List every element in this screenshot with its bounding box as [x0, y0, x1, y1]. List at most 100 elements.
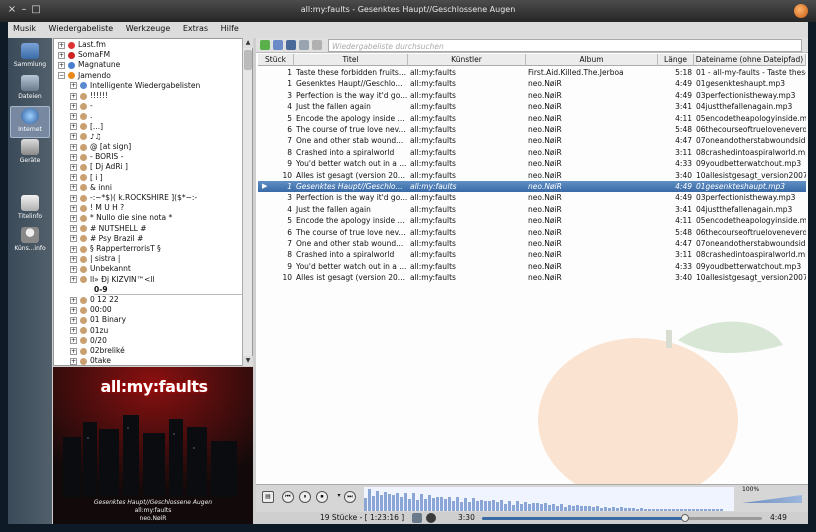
tree-item[interactable]: +01zu [70, 326, 252, 336]
playlist-row[interactable]: 8 Crashed into a spiralworld all:my:faults… [258, 147, 806, 158]
tree-item[interactable]: +0/20 [70, 336, 252, 346]
expand-icon[interactable]: + [58, 51, 65, 59]
col-header-titel[interactable]: Titel [294, 54, 408, 66]
playlist-row[interactable]: 10 Alles ist gesagt (version 20... all:my:… [258, 272, 806, 283]
tree-item[interactable]: + SomaFM [58, 50, 248, 60]
sidebar-item-titelinfo[interactable]: Titelinfo [10, 194, 50, 226]
col-header-stueck[interactable]: Stück [258, 54, 294, 66]
playlist-row[interactable]: 3 Perfection is the way it'd go... all:my:… [258, 192, 806, 203]
tree-item[interactable]: + # Psy Brazil # [70, 234, 252, 244]
tree-item[interactable]: +!!!!!! [70, 91, 252, 101]
tree-item[interactable]: + * Nullo die sine nota * [70, 213, 252, 223]
tree-item[interactable]: + [ i ] [70, 173, 252, 183]
tree-scrollbar[interactable]: ▲ ▼ [242, 38, 253, 366]
stop-icon[interactable]: ⏹ [316, 491, 328, 503]
expand-icon[interactable]: + [70, 204, 77, 212]
expand-icon[interactable]: + [70, 194, 77, 202]
playlist-row[interactable]: 7 One and other stab wound... all:my:fault… [258, 238, 806, 249]
playlist-row[interactable]: 3 Perfection is the way it'd go... all:my:… [258, 90, 806, 101]
load-playlist-icon[interactable] [273, 40, 283, 50]
playlist-options-icon[interactable]: ▤ [262, 491, 274, 503]
clear-playlist-icon[interactable] [299, 40, 309, 50]
playlist-row[interactable]: 10 Alles ist gesagt (version 20... all:my:… [258, 170, 806, 181]
col-header-dateiname[interactable]: Dateiname (ohne Dateipfad) [694, 54, 806, 66]
playlist-row[interactable]: 1 Taste these forbidden fruits... all:my:f… [258, 67, 806, 78]
scroll-up-icon[interactable]: ▲ [243, 38, 253, 48]
menu-werkzeuge[interactable]: Werkzeuge [121, 22, 175, 35]
pause-icon[interactable]: ⏸ [299, 491, 311, 503]
tree-item[interactable]: +0 12 22 [70, 295, 252, 305]
scroll-down-icon[interactable]: ▼ [243, 356, 253, 366]
expand-icon[interactable]: + [70, 347, 77, 355]
tree-item[interactable]: +00:00 [70, 305, 252, 315]
expand-icon[interactable]: + [70, 102, 77, 110]
expand-icon[interactable]: + [70, 153, 77, 161]
expand-icon[interactable]: + [70, 255, 77, 263]
tree-item[interactable]: 0-9 [94, 285, 244, 295]
tree-item[interactable]: + ♪♫ [70, 132, 252, 142]
collapse-icon[interactable]: − [58, 72, 65, 80]
tree-item[interactable]: + Unbekannt [70, 264, 252, 274]
expand-icon[interactable]: + [70, 225, 77, 233]
expand-icon[interactable]: + [70, 123, 77, 131]
menu-musik[interactable]: Musik [8, 22, 41, 35]
menu-wiedergabeliste[interactable]: Wiedergabeliste [44, 22, 119, 35]
expand-icon[interactable]: + [70, 316, 77, 324]
playlist-row[interactable]: 8 Crashed into a spiralworld all:my:faults… [258, 249, 806, 260]
seek-slider[interactable] [482, 514, 762, 522]
seek-knob[interactable] [681, 514, 690, 522]
scroll-thumb[interactable] [244, 50, 252, 70]
sidebar-item-kuenstlerinfo[interactable]: Küns...info [10, 226, 50, 258]
menu-hilfe[interactable]: Hilfe [216, 22, 244, 35]
playlist-row[interactable]: 9 You'd better watch out in a ... all:my:f… [258, 261, 806, 272]
tree-item[interactable]: + - [70, 101, 252, 111]
playlist-row[interactable]: 4 Just the fallen again all:my:faults neo.N… [258, 204, 806, 215]
playlist-row[interactable]: 6 The course of true love nev... all:my:fa… [258, 124, 806, 135]
playlist-row[interactable]: 6 The course of true love nev... all:my:fa… [258, 227, 806, 238]
save-playlist-icon[interactable] [286, 40, 296, 50]
tree-item[interactable]: + ll» Ðj KIZVIN™<ll [70, 275, 252, 285]
playlist-row[interactable]: 5 Encode the apology inside ... all:my:fau… [258, 215, 806, 226]
sidebar-item-geraete[interactable]: Geräte [10, 138, 50, 170]
add-icon[interactable] [260, 40, 270, 50]
col-header-laenge[interactable]: Länge [658, 54, 694, 66]
sidebar-item-sammlung[interactable]: Sammlung [10, 42, 50, 74]
repeat-mode-icon[interactable] [412, 513, 422, 523]
tree-item[interactable]: + ! M U H ? [70, 203, 252, 213]
playlist-row[interactable]: 5 Encode the apology inside ... all:my:fau… [258, 113, 806, 124]
tree-item[interactable]: +. [70, 111, 252, 121]
tree-item[interactable]: + Intelligente Wiedergabelisten [70, 81, 252, 91]
expand-icon[interactable]: + [58, 41, 65, 49]
expand-icon[interactable]: + [70, 112, 77, 120]
expand-icon[interactable]: + [70, 357, 77, 365]
tree-item[interactable]: + [ Dj AdRi ] [70, 162, 252, 172]
expand-icon[interactable]: + [70, 184, 77, 192]
expand-icon[interactable]: + [70, 133, 77, 141]
tree-item[interactable]: + | sistra | [70, 254, 252, 264]
playlist-row[interactable]: 7 One and other stab wound... all:my:fault… [258, 135, 806, 146]
shuffle-mode-icon[interactable] [426, 513, 436, 523]
expand-icon[interactable]: + [70, 235, 77, 243]
tree-item[interactable]: − Jamendo [58, 71, 248, 81]
menu-extras[interactable]: Extras [178, 22, 213, 35]
sidebar-item-dateien[interactable]: Dateien [10, 74, 50, 106]
playlist-row[interactable]: 9 You'd better watch out in a ... all:my:f… [258, 158, 806, 169]
sidebar-item-internet[interactable]: Internet [10, 106, 50, 138]
tree-item[interactable]: +0take [70, 356, 252, 365]
expand-icon[interactable]: + [70, 82, 77, 90]
expand-icon[interactable]: + [70, 92, 77, 100]
expand-icon[interactable]: + [70, 265, 77, 273]
col-header-kuenstler[interactable]: Künstler [408, 54, 526, 66]
next-track-icon[interactable]: ⏭ [344, 491, 356, 503]
expand-icon[interactable]: + [70, 214, 77, 222]
tree-item[interactable]: + @ [at sign] [70, 142, 252, 152]
playlist-row[interactable]: 4 Just the fallen again all:my:faults neo.N… [258, 101, 806, 112]
tree-item[interactable]: + [...] [70, 122, 252, 132]
previous-track-icon[interactable]: ⏮ [282, 491, 294, 503]
expand-icon[interactable]: + [70, 276, 77, 284]
expand-icon[interactable]: + [70, 337, 77, 345]
tree-item[interactable]: + & inni [70, 183, 252, 193]
tree-item[interactable]: + -:~*$)( k.ROCKSHIRE ]($*~:- [70, 193, 252, 203]
volume-slider[interactable]: 100% [742, 486, 802, 504]
expand-icon[interactable]: + [70, 327, 77, 335]
